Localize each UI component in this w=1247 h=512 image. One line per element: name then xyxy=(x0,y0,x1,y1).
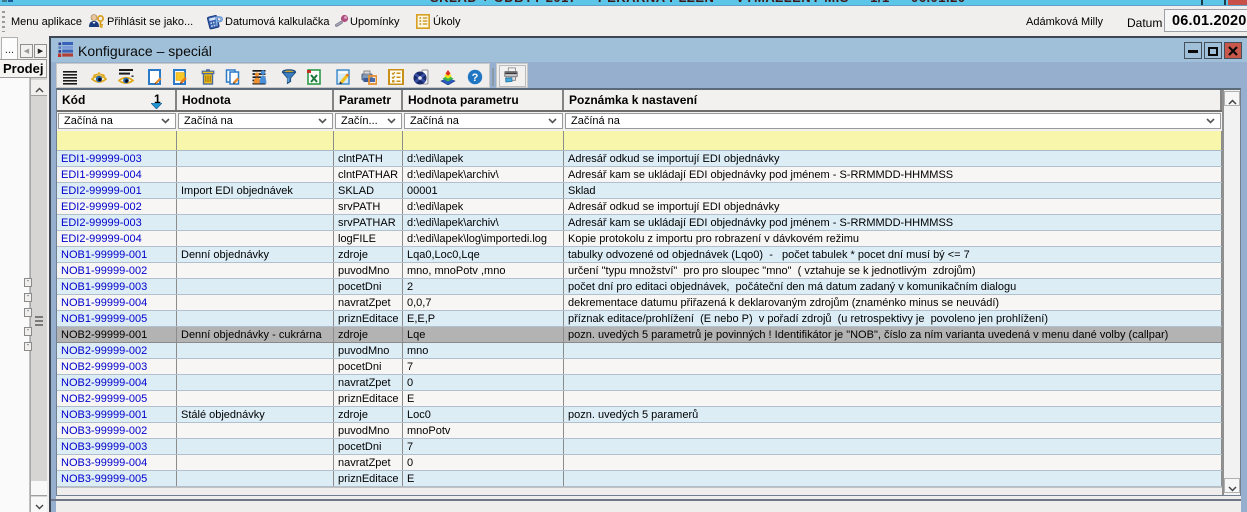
svg-text:?: ? xyxy=(472,72,479,84)
svg-text:P: P xyxy=(215,14,223,28)
